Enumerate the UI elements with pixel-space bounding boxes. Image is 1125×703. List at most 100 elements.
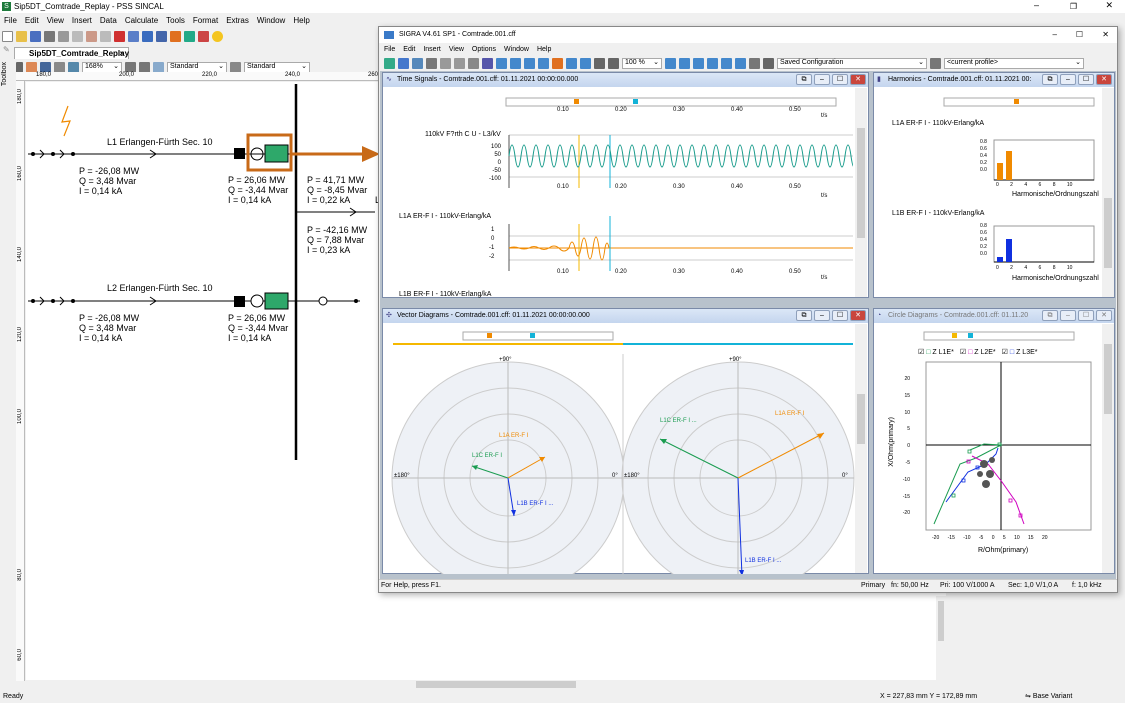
zoom-icon[interactable] [608,57,619,69]
measure-device-icon[interactable] [264,144,289,163]
profile-icon[interactable] [930,57,941,69]
signal-1-yticks: 100 50 0 -50 -100 [489,143,501,183]
close-icon[interactable]: ✕ [1102,27,1109,43]
rms-icon[interactable] [721,57,732,69]
value-i: I = 0,14 kA [79,333,123,343]
config-icon[interactable] [763,57,774,69]
breaker-icon[interactable] [234,296,245,307]
paste-icon[interactable] [454,57,465,69]
close-button[interactable]: ✕ [1096,310,1112,321]
cursor-icon[interactable] [594,57,605,69]
x-tick: 6 [1038,265,1042,271]
value-q: Q = 7,88 Mvar [307,235,365,245]
horizontal-scrollbar[interactable] [26,680,946,689]
open-icon[interactable] [384,57,395,69]
x-tick: 0.10 [557,269,569,275]
time-signals-title: Time Signals - Comtrade.001.cff: 01.11.2… [397,76,579,83]
sigra-zoom-select[interactable]: 100 % ⌄ [622,57,662,69]
close-button[interactable]: ✕ [1096,74,1112,85]
maximize-button[interactable]: ☐ [832,74,848,85]
close-button[interactable]: ✕ [850,310,866,321]
harmonics-window: ▮ Harmonics - Comtrade.001.cff: 01.11.20… [873,72,1115,298]
grid-icon[interactable] [566,57,577,69]
maximize-button[interactable]: ☐ [1078,74,1094,85]
circle-scrollbar[interactable] [1102,324,1114,573]
vector-icon[interactable] [496,57,507,69]
circle-icon[interactable] [510,57,521,69]
vertical-scrollbar[interactable] [936,596,946,680]
sigra-menu-options[interactable]: Options [472,44,496,56]
y-tick: 20 [904,376,910,382]
legend-item[interactable]: ☑ □ Z L3E* [1002,348,1038,356]
minimize-button[interactable]: – [1060,74,1076,85]
x-tick: 0.10 [557,184,569,190]
time-signals-scrollbar[interactable] [855,88,867,297]
legend-label: Z L2E* [974,349,996,356]
maximize-icon[interactable]: ☐ [1076,27,1083,43]
restore-button[interactable]: ⧉ [796,74,812,85]
cut-icon[interactable] [426,57,437,69]
minimize-button[interactable]: – [814,74,830,85]
maximize-button[interactable]: ☐ [832,310,848,321]
minimize-icon[interactable]: – [1053,27,1057,43]
circle-legend: ☑ □ Z L1E* ☑ □ Z L2E* ☑ □ Z L3E* [918,348,1037,356]
fit-x-icon[interactable] [679,57,690,69]
close-button[interactable]: ✕ [850,74,866,85]
maximize-button[interactable]: ☐ [1078,310,1094,321]
x-tick: 10 [1066,265,1073,271]
minimize-button[interactable]: – [1060,310,1076,321]
angle-label: 0° [842,473,848,479]
harmonic-icon[interactable] [524,57,535,69]
save-icon[interactable] [398,57,409,69]
x-tick: 0.50 [789,184,801,190]
table-icon[interactable] [538,57,549,69]
circle-xticks: -20 -15 -10 -5 0 5 10 15 20 [932,535,1048,541]
transformer-icon[interactable] [250,294,264,308]
settings-icon[interactable] [749,57,760,69]
sigra-status-primary: Primary [861,582,886,589]
sigra-menu-window[interactable]: Window [504,44,529,56]
export-icon[interactable] [580,57,591,69]
print-icon[interactable] [412,57,423,69]
angle-label: 0° [612,473,618,479]
wave-icon[interactable] [707,57,718,69]
sigra-menu-help[interactable]: Help [537,44,551,56]
fit-y-icon[interactable] [693,57,704,69]
sigra-menu-file[interactable]: File [384,44,395,56]
switch-icon[interactable] [318,296,328,306]
vector-plot[interactable] [383,324,855,574]
measure-device-icon[interactable] [264,292,289,310]
y-tick: 0.2 [980,244,987,250]
harmonics-scrollbar[interactable] [1102,88,1114,297]
line-l1-label: L1 Erlangen-Fürth Sec. 10 [107,137,213,147]
x-tick: 8 [1052,265,1056,271]
profile-select[interactable]: <current profile> ⌄ [944,57,1084,69]
legend-item[interactable]: ☑ □ Z L2E* [960,348,996,356]
restore-button[interactable]: ⧉ [1042,74,1058,85]
sigra-status-help: For Help, press F1. [381,582,441,589]
circle-icon: ◔ [877,312,882,319]
vector-title: Vector Diagrams - Comtrade.001.cff: 01.1… [397,312,590,319]
x-tick: 2 [1010,265,1013,271]
legend-item[interactable]: ☑ □ Z L1E* [918,348,954,356]
time-signals-plot[interactable] [383,88,853,299]
vector-label: L1B ER-F I ... [517,501,554,507]
restore-button[interactable]: ⧉ [796,310,812,321]
copy-icon[interactable] [440,57,451,69]
breaker-icon[interactable] [234,148,245,159]
sigra-menu-edit[interactable]: Edit [403,44,415,56]
restore-button[interactable]: ⧉ [1042,310,1058,321]
sigra-menu-insert[interactable]: Insert [423,44,441,56]
link-icon[interactable] [735,57,746,69]
vector-scrollbar[interactable] [855,324,867,573]
sigra-menu-view[interactable]: View [449,44,464,56]
undo-icon[interactable] [468,57,479,69]
bar-icon[interactable] [552,57,563,69]
y-tick: 0.8 [980,139,987,145]
minimize-button[interactable]: – [814,310,830,321]
x-tick: 6 [1038,182,1042,188]
signal-icon[interactable] [482,57,493,69]
chevron-down-icon: ⌄ [1075,59,1081,66]
config-select[interactable]: Saved Configuration ⌄ [777,57,927,69]
fit-icon[interactable] [665,57,676,69]
